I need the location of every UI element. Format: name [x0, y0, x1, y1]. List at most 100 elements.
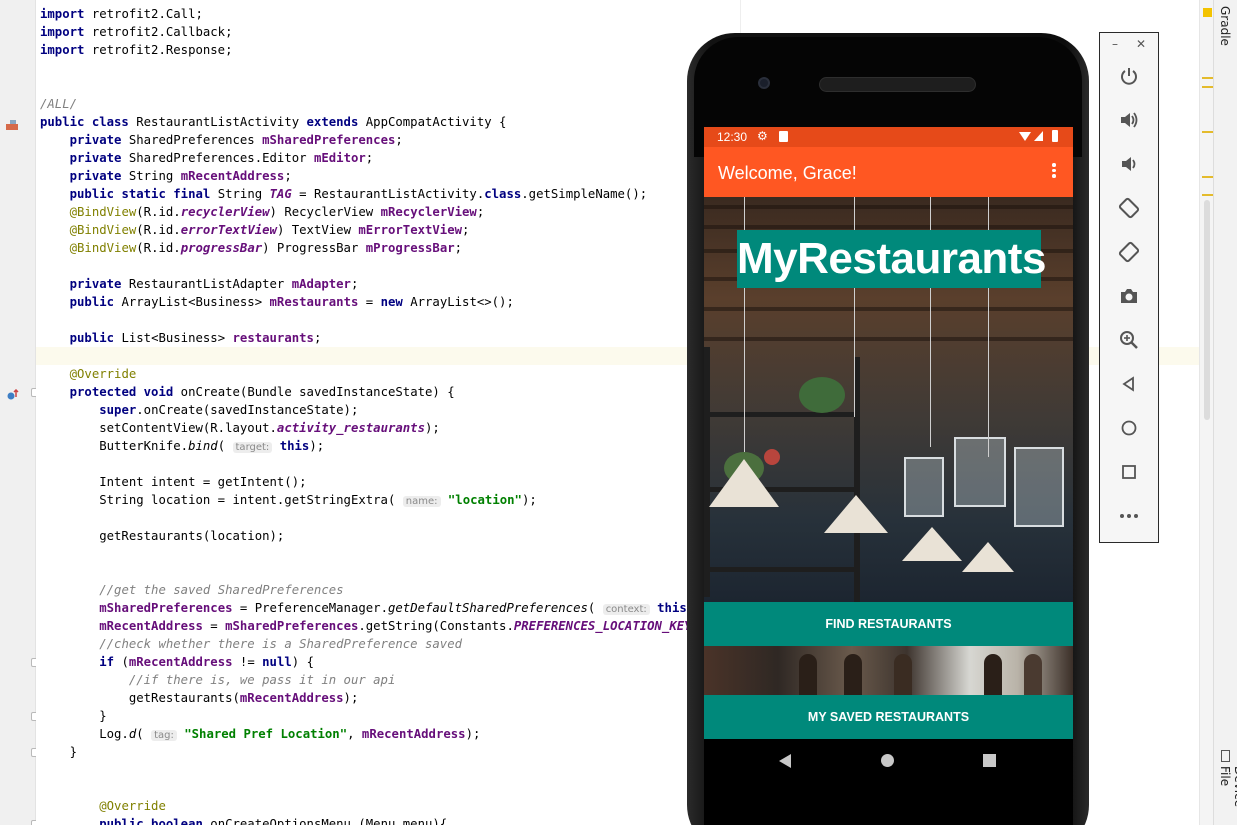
device-file-explorer-tab[interactable]: Device File: [1218, 766, 1237, 825]
rotate-left-icon[interactable]: [1114, 193, 1144, 223]
code-line[interactable]: //if there is, we pass it in our api: [40, 671, 731, 689]
code-line[interactable]: private SharedPreferences mSharedPrefere…: [40, 131, 731, 149]
implement-marker-icon[interactable]: [5, 116, 21, 130]
code-line[interactable]: Log.d( tag: "Shared Pref Location", mRec…: [40, 725, 731, 743]
code-line[interactable]: public class RestaurantListActivity exte…: [40, 113, 731, 131]
code-line[interactable]: @Override: [40, 797, 731, 815]
code-token: ) {: [291, 655, 314, 669]
code-token: ;: [313, 331, 322, 345]
code-line[interactable]: import retrofit2.Call;: [40, 5, 731, 23]
override-marker-icon[interactable]: [5, 386, 21, 400]
camera-icon[interactable]: [1114, 281, 1144, 311]
nav-recents-icon[interactable]: [983, 754, 996, 767]
code-token: mErrorTextView: [358, 223, 463, 237]
more-icon[interactable]: [1114, 501, 1144, 531]
zoom-icon[interactable]: [1114, 325, 1144, 355]
code-line[interactable]: @BindView(R.id.errorTextView) TextView m…: [40, 221, 731, 239]
code-token: mSharedPreferences: [225, 619, 359, 633]
find-restaurants-button[interactable]: FIND RESTAURANTS: [704, 602, 1073, 646]
rotate-right-icon[interactable]: [1114, 237, 1144, 267]
code-line[interactable]: private SharedPreferences.Editor mEditor…: [40, 149, 731, 167]
overflow-menu-icon[interactable]: [1044, 161, 1064, 183]
code-line[interactable]: /ALL/: [40, 95, 731, 113]
code-line[interactable]: mSharedPreferences = PreferenceManager.g…: [40, 599, 731, 617]
code-line[interactable]: if (mRecentAddress != null) {: [40, 653, 731, 671]
app-bar-title: Welcome, Grace!: [718, 163, 857, 183]
code-line[interactable]: private String mRecentAddress;: [40, 167, 731, 185]
code-line[interactable]: import retrofit2.Callback;: [40, 23, 731, 41]
code-line[interactable]: [40, 257, 731, 275]
code-token: restaurants: [232, 331, 314, 345]
warning-indicator-icon[interactable]: [1203, 8, 1212, 17]
code-line[interactable]: [40, 59, 731, 77]
code-token: ;: [476, 205, 485, 219]
editor-gutter[interactable]: [0, 0, 38, 825]
back-icon[interactable]: [1114, 369, 1144, 399]
code-line[interactable]: public static final String TAG = Restaur…: [40, 185, 731, 203]
code-line[interactable]: [40, 455, 731, 473]
app-title: MyRestaurants: [737, 234, 1046, 283]
code-line[interactable]: import retrofit2.Response;: [40, 41, 731, 59]
code-line[interactable]: getRestaurants(location);: [40, 527, 731, 545]
code-token: private: [69, 169, 122, 183]
code-line[interactable]: [40, 311, 731, 329]
phone-screen[interactable]: 12:30 ⚙ Welcome, Grace! MyRestaurants FI…: [704, 127, 1073, 825]
code-token: RestaurantListActivity: [128, 115, 307, 129]
code-line[interactable]: public ArrayList<Business> mRestaurants …: [40, 293, 731, 311]
code-line[interactable]: super.onCreate(savedInstanceState);: [40, 401, 731, 419]
vertical-scrollbar[interactable]: [1204, 200, 1210, 420]
code-line[interactable]: }: [40, 707, 731, 725]
code-line[interactable]: [40, 347, 731, 365]
nav-home-icon[interactable]: [881, 754, 894, 767]
code-token: mRecyclerView: [380, 205, 477, 219]
code-line[interactable]: [40, 563, 731, 581]
close-icon[interactable]: ✕: [1136, 37, 1146, 51]
volume-up-icon[interactable]: [1114, 105, 1144, 135]
code-line[interactable]: }: [40, 743, 731, 761]
code-line[interactable]: protected void onCreate(Bundle savedInst…: [40, 383, 731, 401]
code-line[interactable]: //get the saved SharedPreferences: [40, 581, 731, 599]
code-line[interactable]: [40, 761, 731, 779]
code-token: @BindView: [69, 205, 137, 219]
code-token: public boolean: [99, 817, 203, 825]
code-line[interactable]: @BindView(R.id.recyclerView) RecyclerVie…: [40, 203, 731, 221]
code-line[interactable]: [40, 77, 731, 95]
code-line[interactable]: String location = intent.getStringExtra(…: [40, 491, 731, 509]
saved-restaurants-button[interactable]: MY SAVED RESTAURANTS: [704, 695, 1073, 739]
code-line[interactable]: public List<Business> restaurants;: [40, 329, 731, 347]
code-line[interactable]: mRecentAddress = mSharedPreferences.getS…: [40, 617, 732, 635]
code-line[interactable]: Intent intent = getIntent();: [40, 473, 731, 491]
code-token: PREFERENCES_LOCATION_KEY: [513, 619, 692, 633]
error-stripe[interactable]: [1199, 0, 1214, 825]
code-line[interactable]: setContentView(R.layout.activity_restaur…: [40, 419, 731, 437]
code-line[interactable]: [40, 779, 731, 797]
home-icon[interactable]: [1114, 413, 1144, 443]
code-line[interactable]: [40, 509, 731, 527]
code-token: (: [114, 655, 129, 669]
restaurant-background-image: MyRestaurants: [704, 197, 1073, 602]
code-line[interactable]: public boolean onCreateOptionsMenu (Menu…: [40, 815, 731, 825]
power-icon[interactable]: [1114, 61, 1144, 91]
overview-icon[interactable]: [1114, 457, 1144, 487]
code-text[interactable]: import retrofit2.Call; import retrofit2.C…: [40, 5, 732, 825]
code-line[interactable]: @Override: [40, 365, 731, 383]
code-line[interactable]: private RestaurantListAdapter mAdapter;: [40, 275, 731, 293]
volume-down-icon[interactable]: [1114, 149, 1144, 179]
code-line[interactable]: ButterKnife.bind( target: this);: [40, 437, 731, 455]
minimize-icon[interactable]: –: [1112, 37, 1118, 51]
nav-back-icon[interactable]: [779, 754, 791, 768]
code-line[interactable]: @BindView(R.id.progressBar) ProgressBar …: [40, 239, 731, 257]
code-line[interactable]: [40, 545, 731, 563]
code-line[interactable]: //check whether there is a SharedPrefere…: [40, 635, 731, 653]
gradle-tab[interactable]: Gradle: [1218, 6, 1232, 46]
code-line[interactable]: getRestaurants(mRecentAddress);: [40, 689, 731, 707]
code-token: "Shared Pref Location": [184, 727, 348, 741]
